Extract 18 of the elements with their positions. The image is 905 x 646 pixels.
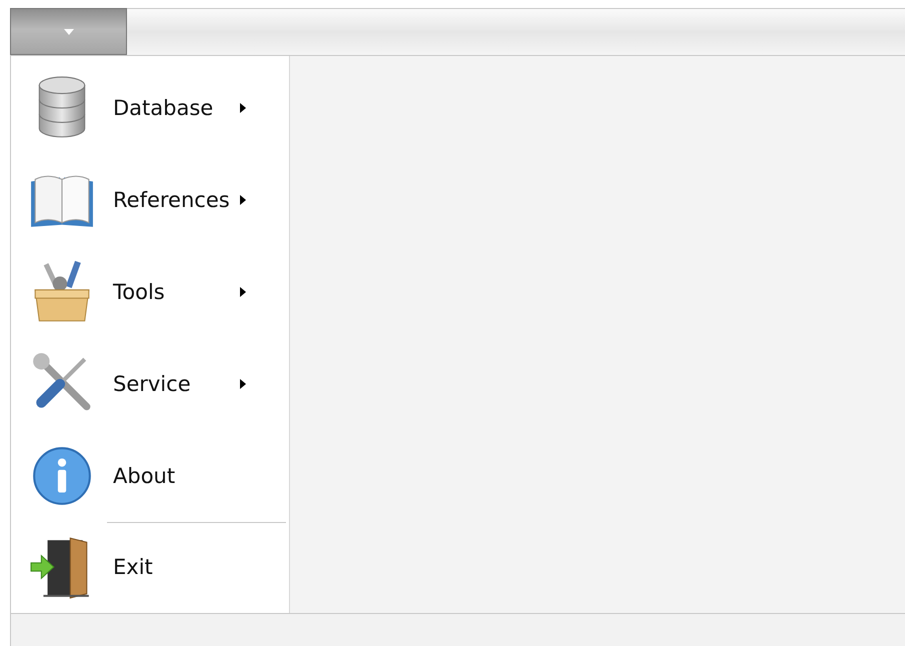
- menu-item-label: About: [113, 464, 176, 488]
- submenu-arrow-icon: [239, 378, 247, 390]
- menu-item-label: Tools: [113, 280, 166, 304]
- submenu-arrow-icon: [239, 102, 247, 114]
- submenu-arrow-icon: [239, 286, 247, 298]
- menu-item[interactable]: References: [11, 154, 289, 246]
- menu-item[interactable]: About: [11, 430, 289, 522]
- menu-item-label: Database: [113, 96, 214, 120]
- menu-item[interactable]: Exit: [11, 523, 289, 611]
- menu-item-label: References: [113, 188, 231, 212]
- menu-item-label: Service: [113, 372, 192, 396]
- caret-icon: [62, 28, 76, 36]
- submenu-arrow-icon: [239, 194, 247, 206]
- menu-item[interactable]: Service: [11, 338, 289, 430]
- menu-item[interactable]: Database: [11, 62, 289, 154]
- application-menu-button[interactable]: [10, 8, 127, 55]
- menu-item[interactable]: Tools: [11, 246, 289, 338]
- menu-item-label: Exit: [113, 555, 154, 579]
